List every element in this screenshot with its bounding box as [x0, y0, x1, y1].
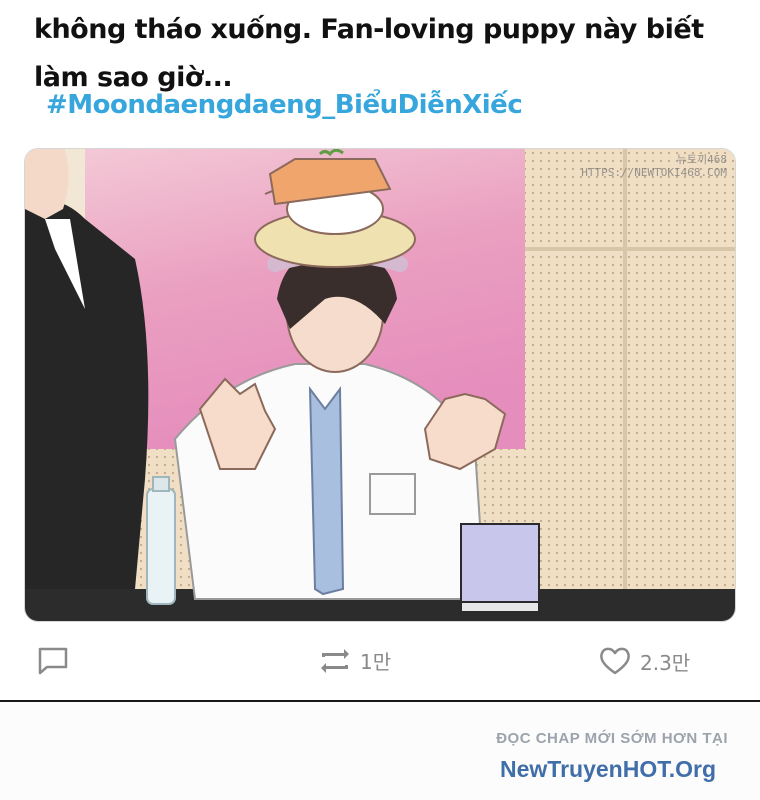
- like-button[interactable]: 2.3만: [598, 646, 690, 676]
- action-bar: 1만 2.3만: [0, 630, 760, 690]
- hashtag-link[interactable]: #Moondaengdaeng_BiểuDiễnXiếc: [46, 90, 523, 120]
- heart-icon: [600, 647, 630, 675]
- comment-icon: [38, 647, 68, 675]
- retweet-count: 1만: [360, 650, 392, 674]
- footer-tagline: ĐỌC CHAP MỚI SỚM HƠN TẠI: [496, 730, 728, 747]
- retweet-button[interactable]: 1만: [318, 646, 391, 675]
- reply-button[interactable]: [37, 646, 69, 676]
- post-text: không tháo xuống. Fan-loving puppy này b…: [34, 14, 704, 93]
- like-count: 2.3만: [640, 650, 691, 675]
- post-image[interactable]: 뉴토끼468 HTTPS://NEWTOKI468.COM: [24, 148, 736, 622]
- watermark-line2: HTTPS://NEWTOKI468.COM: [581, 166, 727, 179]
- watermark-line1: 뉴토끼468: [676, 153, 727, 166]
- retweet-icon: [321, 648, 349, 673]
- footer-site-link[interactable]: NewTruyenHOT.Org: [500, 756, 716, 783]
- illustration: [25, 149, 735, 621]
- watermark: 뉴토끼468 HTTPS://NEWTOKI468.COM: [581, 153, 727, 179]
- footer-banner: ĐỌC CHAP MỚI SỚM HƠN TẠI NewTruyenHOT.Or…: [0, 702, 760, 800]
